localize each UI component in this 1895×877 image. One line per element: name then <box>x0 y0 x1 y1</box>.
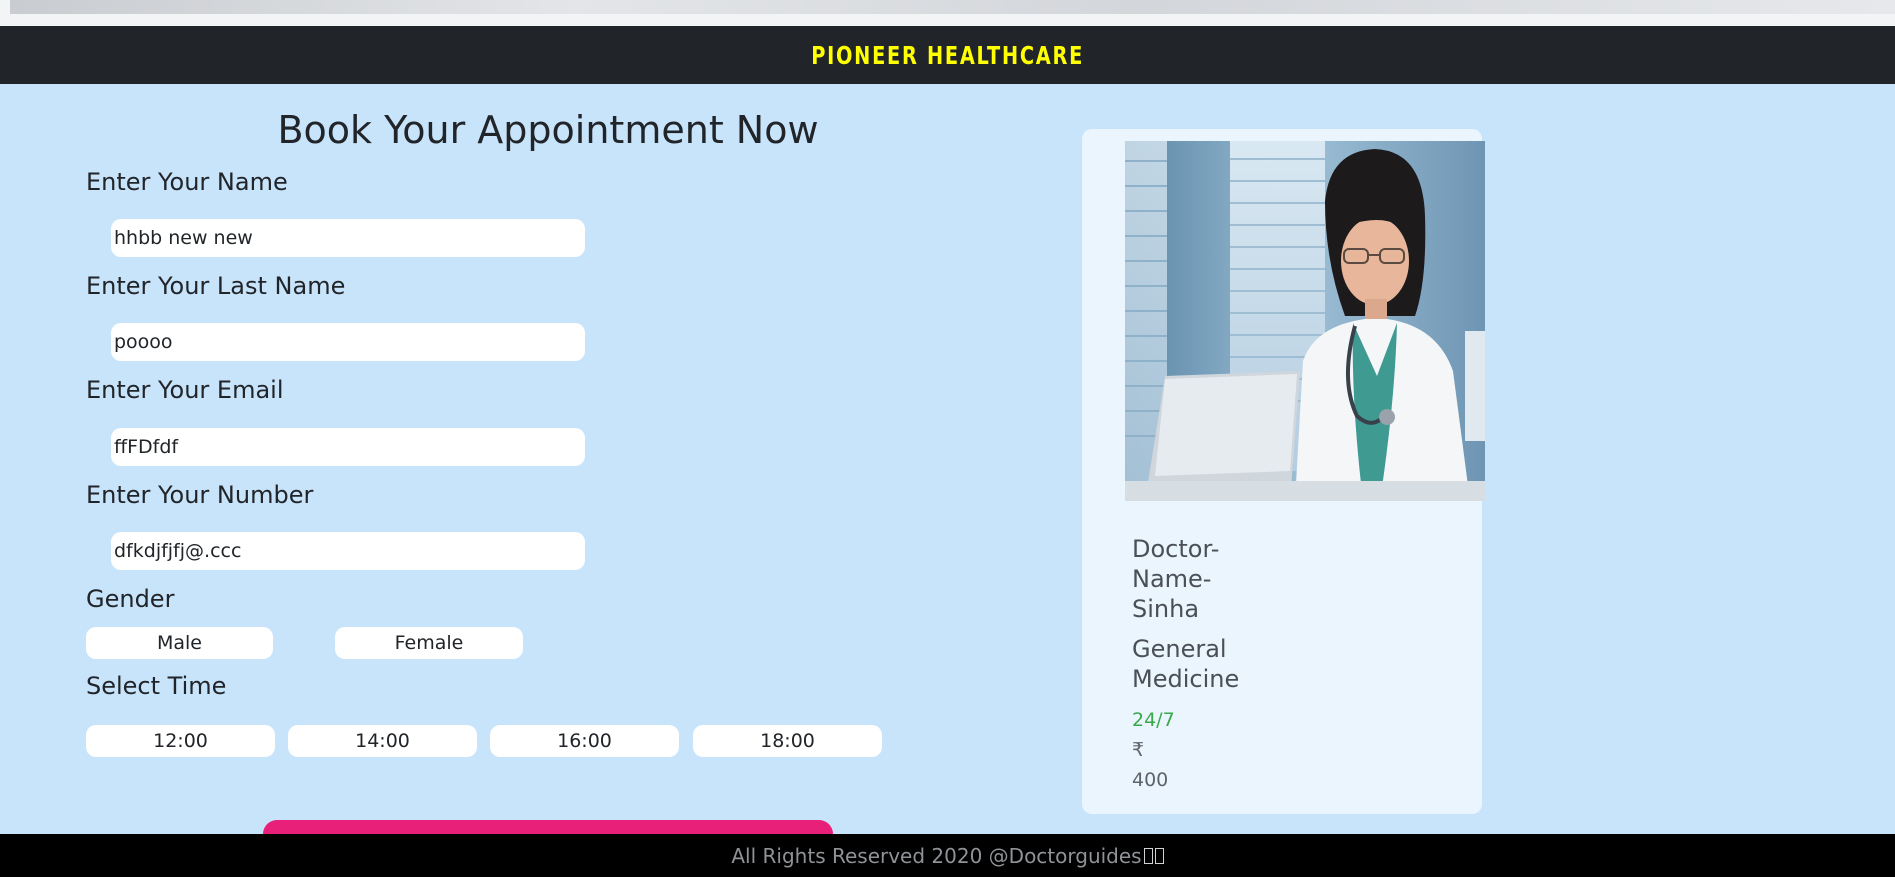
gender-label: Gender <box>86 585 175 613</box>
footer-text: All Rights Reserved 2020 @Doctorguides <box>731 843 1142 868</box>
doctor-photo-illustration <box>1125 141 1485 501</box>
number-label: Enter Your Number <box>86 481 314 509</box>
doctor-photo <box>1125 141 1485 501</box>
time-slot-1800[interactable]: 18:00 <box>693 725 882 757</box>
gender-female-button[interactable]: Female <box>335 627 523 659</box>
doctor-availability: 24/7 <box>1132 709 1175 731</box>
gender-male-button[interactable]: Male <box>86 627 273 659</box>
lastname-label: Enter Your Last Name <box>86 272 346 300</box>
lastname-input[interactable] <box>111 323 585 361</box>
missing-glyph-icon <box>1143 847 1153 864</box>
time-slot-1600[interactable]: 16:00 <box>490 725 679 757</box>
footer: All Rights Reserved 2020 @Doctorguides <box>0 834 1895 877</box>
footer-glyph-icons <box>1143 847 1164 864</box>
email-label: Enter Your Email <box>86 376 284 404</box>
doctor-card: Doctor-Name-Sinha General Medicine 24/7 … <box>1082 129 1485 814</box>
name-input[interactable] <box>111 219 585 257</box>
top-strip-bar <box>10 0 1895 14</box>
time-slot-1400[interactable]: 14:00 <box>288 725 477 757</box>
page-title: Book Your Appointment Now <box>277 108 819 152</box>
doctor-fee: 400 <box>1132 769 1169 791</box>
time-label: Select Time <box>86 672 227 700</box>
number-input[interactable] <box>111 532 585 570</box>
doctor-specialty: General Medicine <box>1132 635 1240 693</box>
navbar: PIONEER HEALTHCARE <box>0 26 1895 84</box>
browser-top-strip <box>0 0 1895 26</box>
name-label: Enter Your Name <box>86 168 288 196</box>
time-slot-1200[interactable]: 12:00 <box>86 725 275 757</box>
missing-glyph-icon <box>1154 847 1164 864</box>
email-input[interactable] <box>111 428 585 466</box>
doctor-name: Doctor-Name-Sinha <box>1132 535 1220 623</box>
rupee-icon: ₹ <box>1132 739 1145 761</box>
brand-title[interactable]: PIONEER HEALTHCARE <box>811 41 1084 70</box>
